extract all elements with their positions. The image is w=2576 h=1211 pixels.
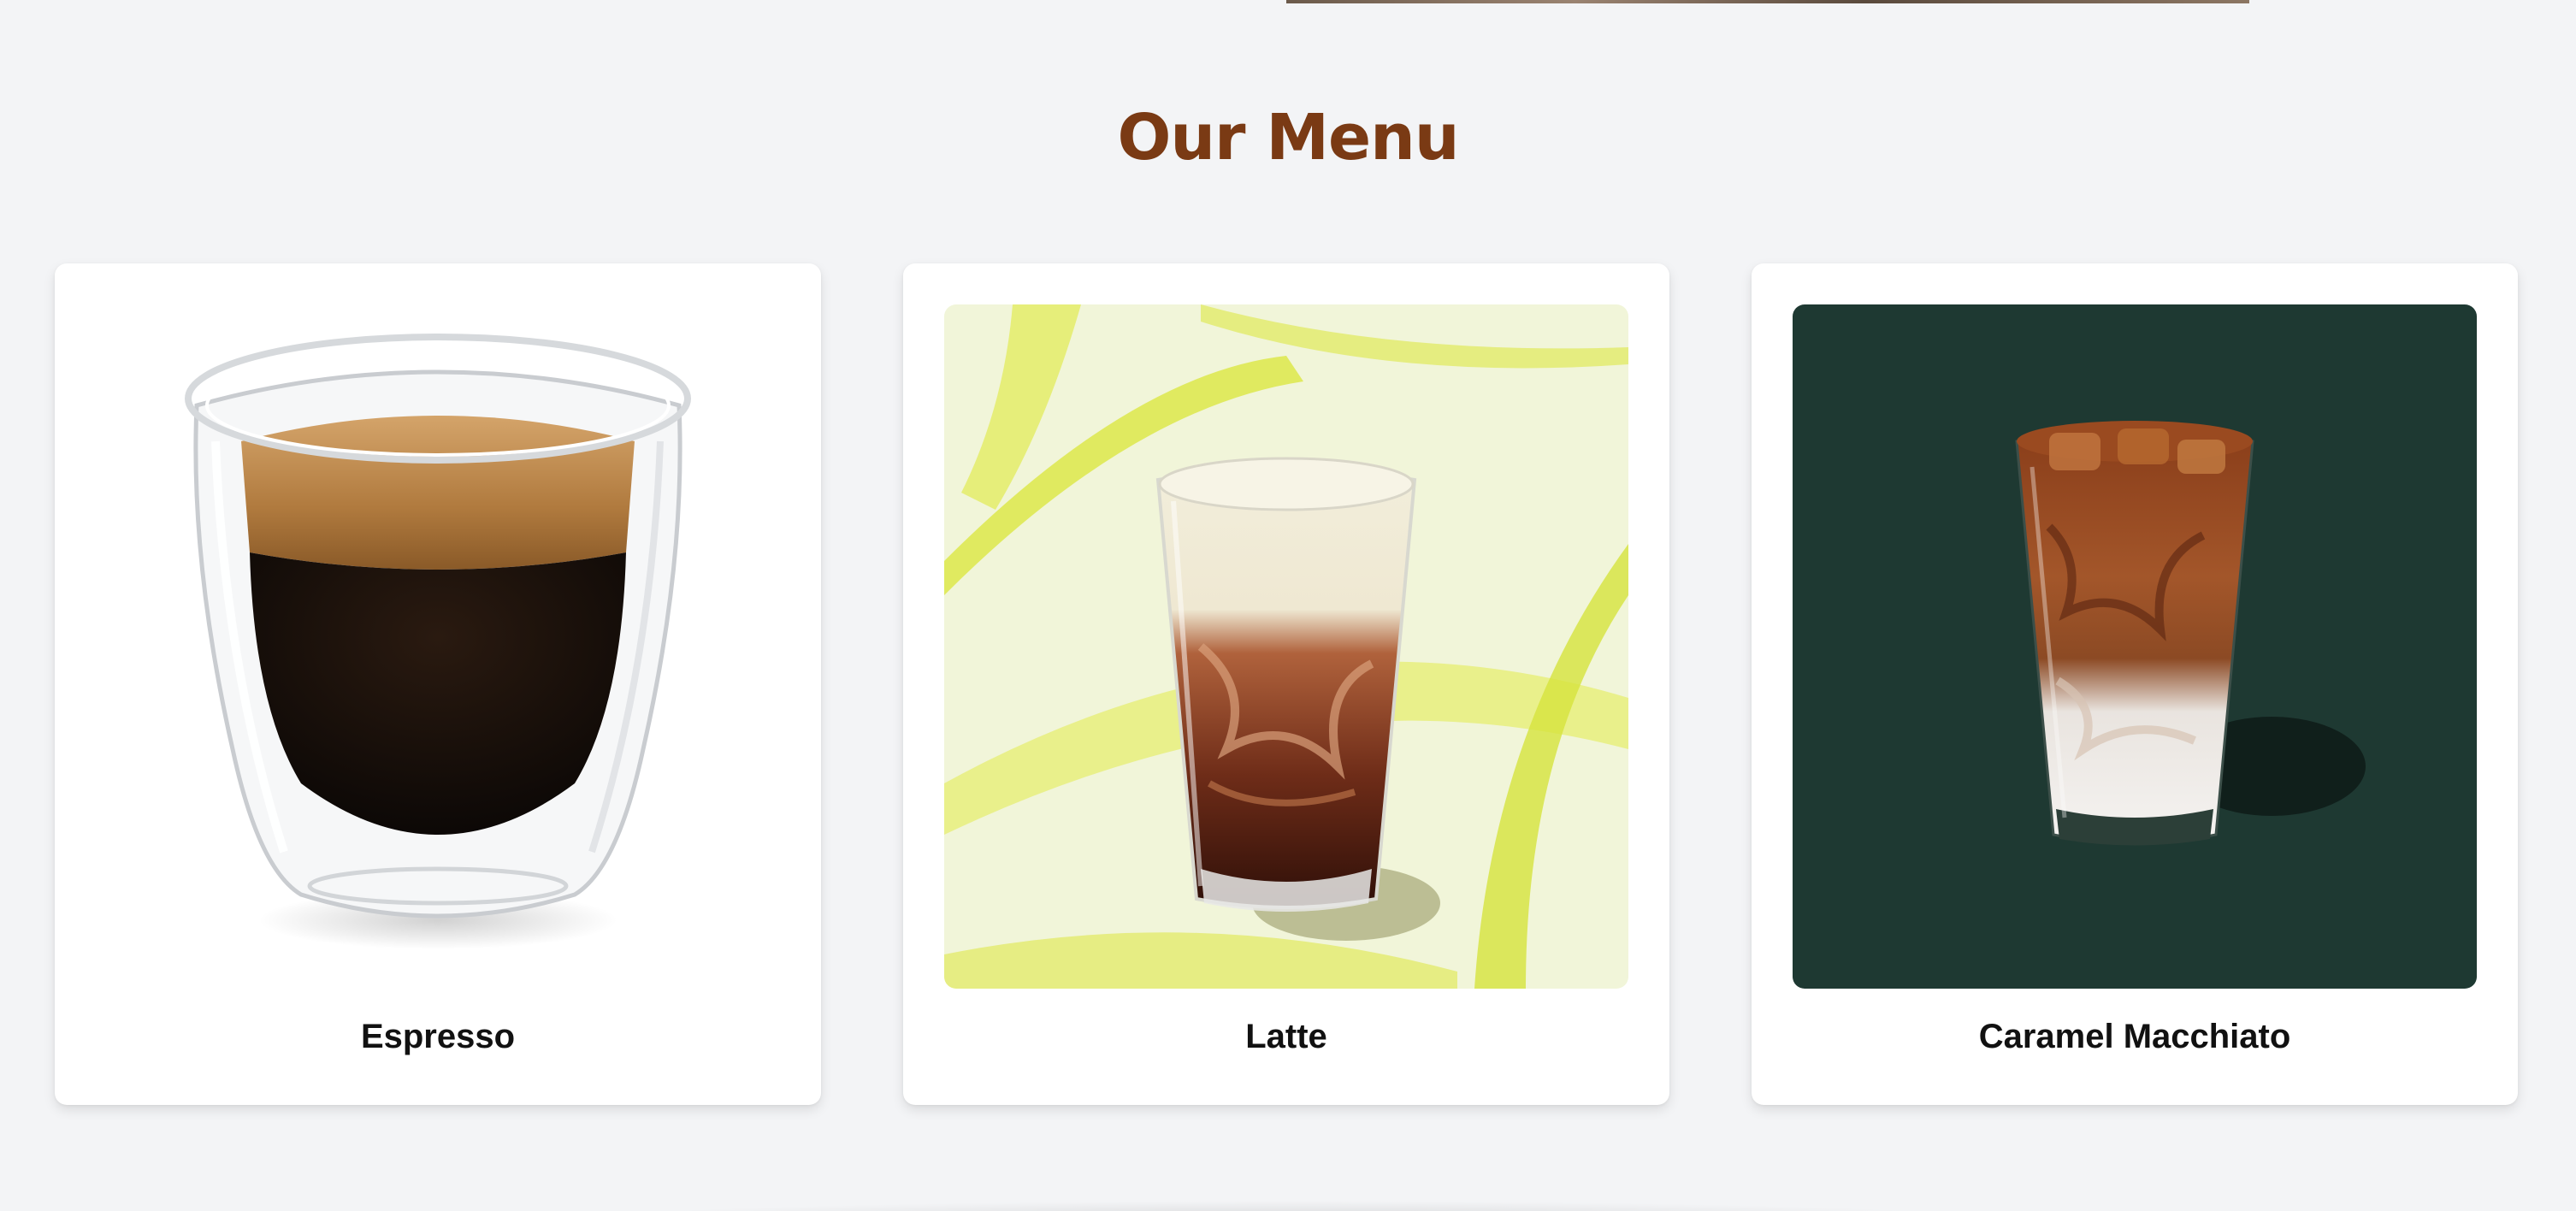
menu-item-name: Espresso: [360, 1018, 516, 1055]
section-title: Our Menu: [1117, 101, 1459, 174]
menu-card-caramel-macchiato[interactable]: Caramel Macchiato: [1752, 263, 2518, 1105]
hero-image-edge: [1286, 0, 2249, 3]
menu-item-name: Latte: [1245, 1018, 1327, 1055]
menu-card-latte[interactable]: Latte: [903, 263, 1669, 1105]
next-section-shadow: [599, 1201, 1984, 1211]
menu-card-espresso[interactable]: Espresso: [55, 263, 821, 1105]
menu-item-name: Caramel Macchiato: [1978, 1018, 2291, 1055]
espresso-cup-image: [96, 304, 780, 989]
iced-latte-image: [944, 304, 1628, 989]
caramel-macchiato-image: [1793, 304, 2477, 989]
menu-page: Our Menu Espresso Latte Caramel Macchiat…: [0, 0, 2576, 1211]
